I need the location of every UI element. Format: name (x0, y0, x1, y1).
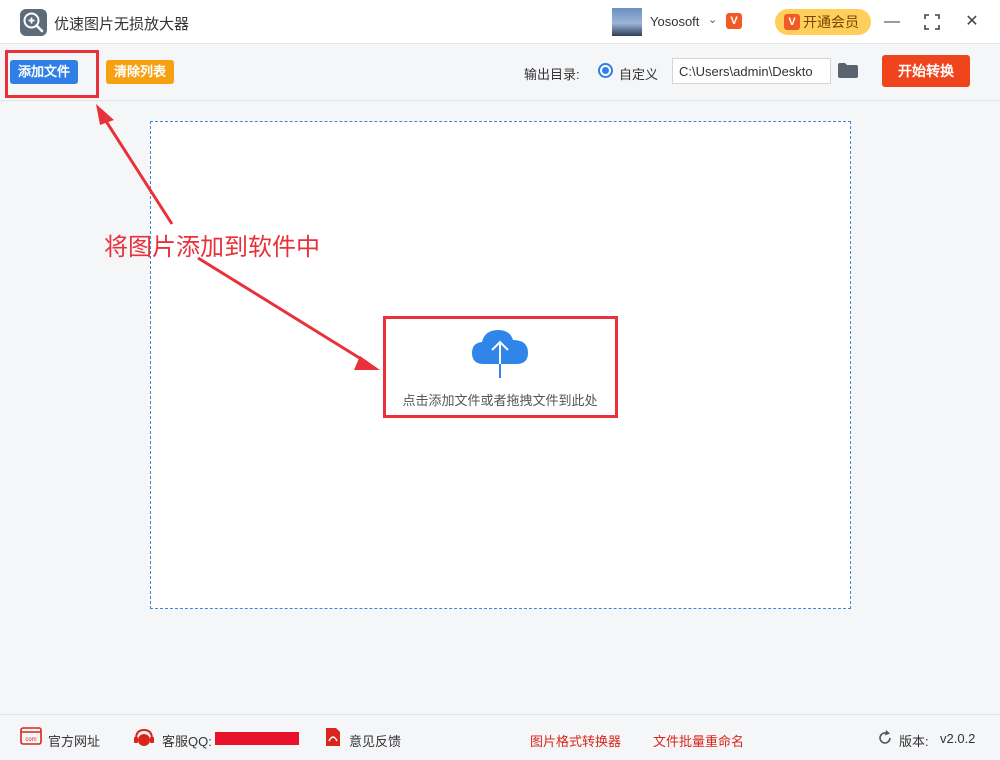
open-vip-button[interactable]: V 开通会员 (775, 9, 871, 35)
start-convert-button[interactable]: 开始转换 (882, 55, 970, 87)
qq-label[interactable]: 客服QQ: (162, 731, 212, 750)
website-link[interactable]: 官方网址 (48, 731, 100, 750)
annotation-text: 将图片添加到软件中 (104, 234, 320, 261)
vip-icon: V (784, 14, 800, 30)
add-file-button[interactable]: 添加文件 (10, 60, 79, 84)
chevron-down-icon[interactable]: ⌄ (708, 13, 717, 26)
output-path-input[interactable] (672, 58, 831, 84)
app-title: 优速图片无损放大器 (54, 16, 190, 33)
version-label: 版本: (899, 734, 929, 749)
customer-service-icon[interactable] (132, 727, 156, 752)
drop-zone-hint[interactable]: 点击添加文件或者拖拽文件到此处 (382, 390, 618, 409)
feedback-icon[interactable] (324, 727, 342, 750)
version-value: v2.0.2 (940, 731, 976, 746)
custom-dir-radio[interactable] (598, 63, 613, 78)
clear-list-button[interactable]: 清除列表 (106, 60, 175, 84)
website-icon[interactable]: com (20, 727, 42, 748)
username[interactable]: Yososoft (650, 14, 699, 29)
open-vip-label: 开通会员 (803, 14, 859, 30)
svg-text:com: com (25, 737, 36, 743)
cloud-upload-icon[interactable] (470, 326, 530, 380)
refresh-icon[interactable] (877, 730, 893, 749)
title-bar: 优速图片无损放大器 Yososoft ⌄ V V 开通会员 — ✕ (0, 0, 1000, 44)
format-converter-link[interactable]: 图片格式转换器 (530, 731, 621, 750)
maximize-icon (924, 14, 940, 30)
close-button[interactable]: ✕ (960, 10, 984, 34)
footer-bar: com 官方网址 客服QQ: 意见反馈 图片格式转换器 文件批量重命名 版本: … (0, 714, 1000, 760)
feedback-link[interactable]: 意见反馈 (349, 731, 401, 750)
vip-badge-icon: V (726, 13, 742, 29)
custom-dir-radio-label[interactable]: 自定义 (619, 64, 658, 83)
minimize-button[interactable]: — (880, 10, 904, 34)
app-logo-icon (20, 9, 47, 36)
batch-rename-link[interactable]: 文件批量重命名 (653, 731, 744, 750)
toolbar: 添加文件 清除列表 输出目录: 自定义 开始转换 (0, 45, 1000, 101)
output-dir-label: 输出目录: (524, 67, 580, 82)
user-avatar[interactable] (612, 8, 642, 36)
folder-icon[interactable] (838, 63, 858, 78)
qq-number-redacted (215, 732, 299, 745)
maximize-button[interactable] (920, 10, 944, 34)
